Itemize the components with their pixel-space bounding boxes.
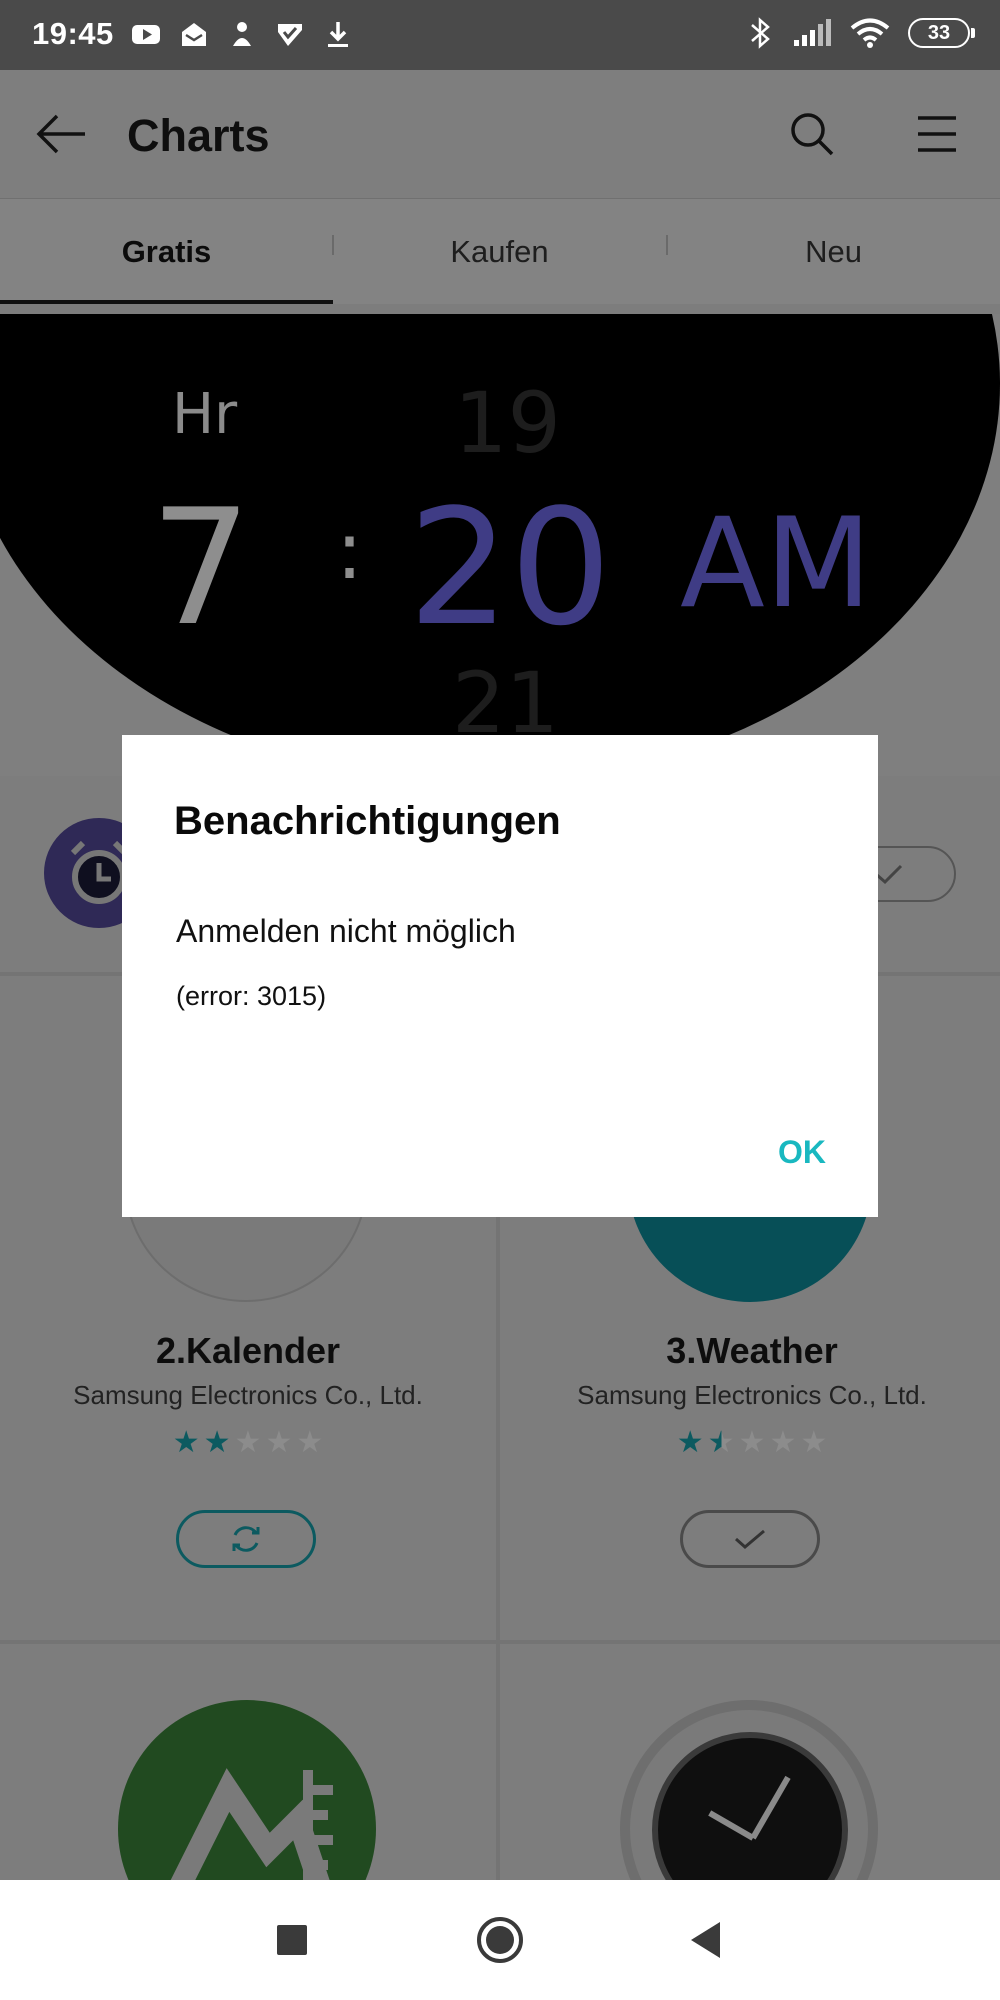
watch-hand: [750, 1775, 791, 1840]
star-icon: ★: [172, 1426, 200, 1459]
watch-face-app-icon[interactable]: [620, 1700, 878, 1880]
app-bar: Charts: [0, 70, 1000, 198]
rating-stars-kalender: ★ ★ ★ ★ ★: [0, 1428, 496, 1458]
ok-button[interactable]: OK: [778, 1126, 826, 1179]
battery-level: 33: [927, 21, 951, 44]
search-button[interactable]: [784, 106, 840, 162]
status-time: 19:45: [32, 16, 114, 51]
tab-gratis[interactable]: Gratis: [0, 199, 333, 305]
status-bar: 19:45 33: [0, 0, 1000, 70]
watch-ampm: AM: [680, 492, 872, 636]
watch-hour: 7: [150, 474, 252, 661]
arrow-left-icon: [36, 114, 85, 154]
star-icon: ★: [800, 1426, 828, 1459]
star-icon: ★: [676, 1426, 704, 1459]
star-icon: ★: [296, 1426, 324, 1459]
youtube-icon: [132, 25, 160, 44]
search-icon: [791, 113, 834, 156]
maps-app-icon[interactable]: [118, 1700, 376, 1880]
checkmark-app-icon: [278, 24, 302, 46]
menu-button[interactable]: [909, 106, 965, 162]
mail-stack-icon: [182, 23, 206, 46]
star-half-icon: ★: [707, 1426, 735, 1459]
dialog-title: Benachrichtigungen: [174, 799, 561, 843]
grid-divider: [0, 1640, 1000, 1644]
tab-bar: Gratis Kaufen Neu: [0, 198, 1000, 305]
star-icon: ★: [234, 1426, 262, 1459]
star-icon: ★: [265, 1426, 293, 1459]
app-developer-kalender: Samsung Electronics Co., Ltd.: [73, 1380, 423, 1410]
mountain-ruler-icon: [170, 1768, 333, 1880]
circle-home-icon: [477, 1917, 523, 1963]
watch-minute: 20: [408, 474, 612, 661]
rating-stars-weather: ★ ★ ★ ★ ★: [504, 1428, 1000, 1458]
bluetooth-icon: [751, 17, 770, 49]
battery-icon: 33: [908, 18, 975, 48]
navigation-bar: [0, 1880, 1000, 2000]
triangle-back-icon: [691, 1922, 720, 1958]
dialog-message: Anmelden nicht möglich: [176, 913, 516, 949]
notification-dialog: Benachrichtigungen Anmelden nicht möglic…: [122, 735, 878, 1217]
star-icon: ★: [203, 1426, 231, 1459]
dialog-error-code: (error: 3015): [176, 981, 327, 1011]
back-nav-button[interactable]: [676, 1910, 736, 1970]
app-title-weather[interactable]: 3.Weather: [504, 1330, 1000, 1372]
status-system-icons: 33: [746, 16, 975, 50]
watch-colon: :: [336, 504, 363, 597]
check-icon: [876, 864, 903, 885]
featured-banner[interactable]: Hr 7 : 19 20 AM 21: [0, 314, 1000, 776]
wifi-icon: [850, 18, 890, 48]
page-title: Charts: [127, 110, 270, 161]
recent-apps-button[interactable]: [262, 1910, 322, 1970]
hamburger-menu-icon: [918, 116, 956, 152]
notification-app-icon: [233, 22, 251, 46]
signal-icon: [794, 19, 831, 46]
tab-neu[interactable]: Neu: [667, 199, 1000, 305]
home-button[interactable]: [470, 1910, 530, 1970]
tab-kaufen[interactable]: Kaufen: [333, 199, 666, 305]
status-notification-icons: [130, 18, 354, 50]
watch-hand: [708, 1810, 755, 1841]
download-icon: [328, 22, 348, 47]
installed-button-weather[interactable]: [680, 1510, 820, 1568]
analog-watch-icon: [652, 1732, 848, 1880]
back-button[interactable]: [34, 106, 90, 162]
update-button-kalender[interactable]: [176, 1510, 316, 1568]
star-icon: ★: [769, 1426, 797, 1459]
app-title-kalender[interactable]: 2.Kalender: [0, 1330, 496, 1372]
watch-minute-prev: 19: [454, 374, 561, 472]
watch-hr-label: Hr: [172, 382, 238, 447]
check-icon: [735, 1529, 765, 1549]
refresh-icon: [232, 1526, 260, 1552]
star-icon: ★: [738, 1426, 766, 1459]
square-icon: [277, 1925, 307, 1955]
app-developer-weather: Samsung Electronics Co., Ltd.: [577, 1380, 927, 1410]
